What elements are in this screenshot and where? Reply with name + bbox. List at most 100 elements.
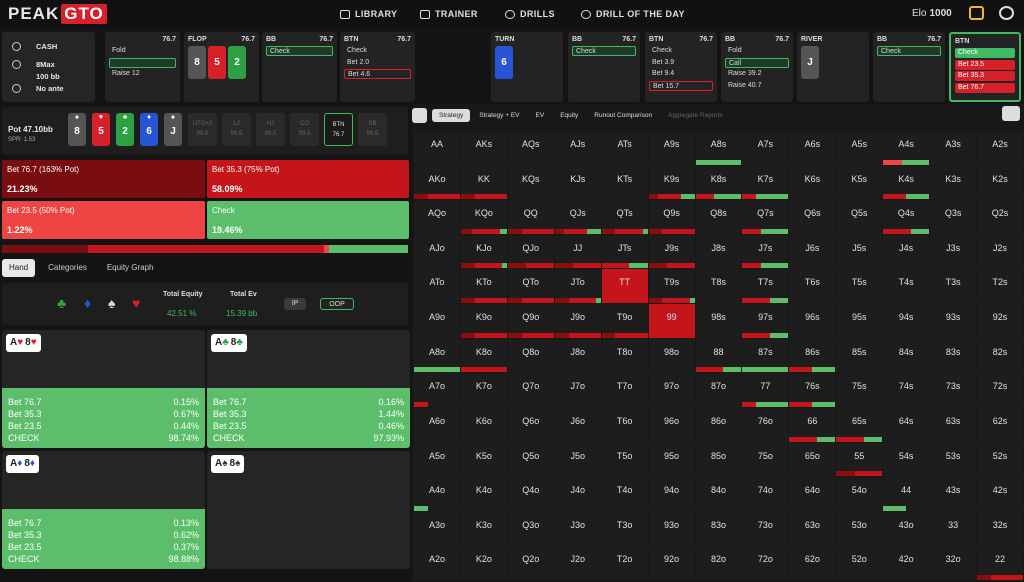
node-action[interactable]: Bet 3.9 [649,58,713,68]
hand-cell[interactable]: QJs [554,200,601,234]
diamond-filter-icon[interactable]: ♦ [84,295,91,311]
hand-cell[interactable]: 63o [789,511,836,546]
hand-cell[interactable]: 76o [742,407,789,442]
hand-cell[interactable]: QQ [507,200,554,234]
hand-cell[interactable]: K6s [789,165,836,200]
hand-cell[interactable]: A3s [930,131,977,165]
hand-cell[interactable]: 72s [977,373,1023,407]
hand-cell[interactable]: 32s [977,511,1023,546]
hand-cell[interactable]: 53o [836,511,883,546]
hand-cell[interactable]: Q3o [507,511,554,546]
tab-strategy[interactable]: Strategy [432,108,471,122]
hand-cell[interactable]: J4s [883,234,930,269]
hand-cell[interactable]: AJo [414,234,460,269]
hand-cell[interactable]: 84s [883,338,930,373]
hand-cell[interactable]: T3o [601,511,648,546]
node-action[interactable]: Bet 4.6 [344,69,411,79]
hand-cell[interactable]: J2o [554,546,601,580]
hand-cell[interactable]: QTo [507,269,554,304]
chat-icon[interactable] [969,6,984,20]
hand-cell[interactable]: J9s [648,234,695,269]
hand-cell[interactable]: J6s [789,234,836,269]
hand-cell[interactable]: JTs [601,234,648,269]
hand-cell[interactable]: 94s [883,304,930,338]
tab-strategy-ev[interactable]: Strategy + EV [472,109,526,122]
node-action[interactable]: Check [266,46,333,56]
hand-cell[interactable]: 82o [695,546,742,580]
hand-cell[interactable]: T2s [977,269,1023,304]
hand-cell[interactable]: Q5o [507,442,554,477]
hand-cell[interactable]: 43s [930,477,977,511]
position-seat[interactable]: BTN 76.7 [324,113,353,146]
hand-cell[interactable]: K7s [742,165,789,200]
hand-cell[interactable]: 62o [789,546,836,580]
club-filter-icon[interactable]: ♣ [57,295,66,311]
hand-cell[interactable]: Q2s [977,200,1023,234]
hand-cell[interactable]: A7s [742,131,789,165]
layout-icon[interactable] [412,107,427,123]
hand-cell[interactable]: 42o [883,546,930,580]
hand-cell[interactable]: Q8o [507,338,554,373]
hand-cell[interactable]: J3o [554,511,601,546]
strategy-action-summary[interactable]: Bet 35.3 (75% Pot) 58.09% [207,160,409,198]
hand-cell[interactable]: 54s [883,442,930,477]
hand-cell[interactable]: 83o [695,511,742,546]
hand-cell[interactable]: K2s [977,165,1023,200]
hand-cell[interactable]: 98s [695,304,742,338]
hand-cell[interactable]: A9o [414,304,460,338]
node-action[interactable]: Check [344,46,411,56]
hand-cell[interactable]: AKs [460,131,507,165]
strategy-action-summary[interactable]: Bet 23.5 (50% Pot) 1.22% [2,201,205,239]
hand-cell[interactable]: 73o [742,511,789,546]
hand-cell[interactable]: J6o [554,407,601,442]
nav-trainer[interactable]: TRAINER [420,0,478,28]
hand-cell[interactable]: Q4s [883,200,930,234]
hand-cell[interactable]: AA [414,131,460,165]
hand-cell[interactable]: 96s [789,304,836,338]
hand-cell[interactable]: KQo [460,200,507,234]
hand-cell[interactable]: 77 [742,373,789,407]
hand-cell[interactable]: 92s [977,304,1023,338]
hand-cell[interactable]: 93o [648,511,695,546]
hand-cell[interactable]: 55 [836,442,883,477]
hand-cell[interactable]: 65o [789,442,836,477]
position-seat[interactable]: CO 99.5 [290,113,319,146]
hand-cell[interactable]: AQs [507,131,554,165]
hand-cell[interactable]: AJs [554,131,601,165]
hand-cell[interactable]: 53s [930,442,977,477]
hand-cell[interactable]: 86s [789,338,836,373]
hand-cell[interactable]: ATs [601,131,648,165]
hand-cell[interactable]: 32o [930,546,977,580]
hand-cell[interactable]: J8s [695,234,742,269]
hand-cell[interactable]: K6o [460,407,507,442]
spade-filter-icon[interactable]: ♠ [108,295,115,311]
settings-icon[interactable] [12,42,21,51]
node-action[interactable]: Bet 9.4 [649,69,713,79]
nav-drill-of-the-day[interactable]: DRILL OF THE DAY [581,0,685,28]
hand-cell[interactable]: 87o [695,373,742,407]
hand-cell[interactable]: KTs [601,165,648,200]
action-node[interactable]: FLOP 76.7 8 5 2 [184,32,259,102]
hand-cell[interactable]: J4o [554,477,601,511]
hand-cell[interactable]: T6o [601,407,648,442]
hand-cell[interactable]: K3s [930,165,977,200]
tab-equity[interactable]: Equity [553,109,585,122]
hand-cell[interactable]: TT [601,269,648,304]
hand-cell[interactable]: T5s [836,269,883,304]
hand-cell[interactable]: A5o [414,442,460,477]
hand-combo-card[interactable]: A ♣ 8 ♣ Bet 76.7 0.16% Bet 35.3 1.44% Bet 23.5 0.… [207,330,410,448]
hand-combo-card[interactable]: A ♥ 8 ♥ Bet 76.7 0.15% Bet 35.3 0.67% Bet 23.5 0.… [2,330,205,448]
hand-cell[interactable]: Q3s [930,200,977,234]
strategy-action-summary[interactable]: Check 19.46% [207,201,409,239]
hand-cell[interactable]: A4s [883,131,930,165]
hand-cell[interactable]: A4o [414,477,460,511]
refresh-icon[interactable] [12,60,21,69]
action-node[interactable]: BTN 76.7 Check Bet 3.9 Bet 9.4 Bet 15.7 [645,32,717,102]
hand-cell[interactable]: KTo [460,269,507,304]
hand-cell[interactable]: T8o [601,338,648,373]
hand-cell[interactable]: J5o [554,442,601,477]
node-action[interactable]: Bet 76.7 [955,82,1015,93]
hand-cell[interactable]: K7o [460,373,507,407]
hand-cell[interactable]: Q6s [789,200,836,234]
hand-cell[interactable]: 93s [930,304,977,338]
